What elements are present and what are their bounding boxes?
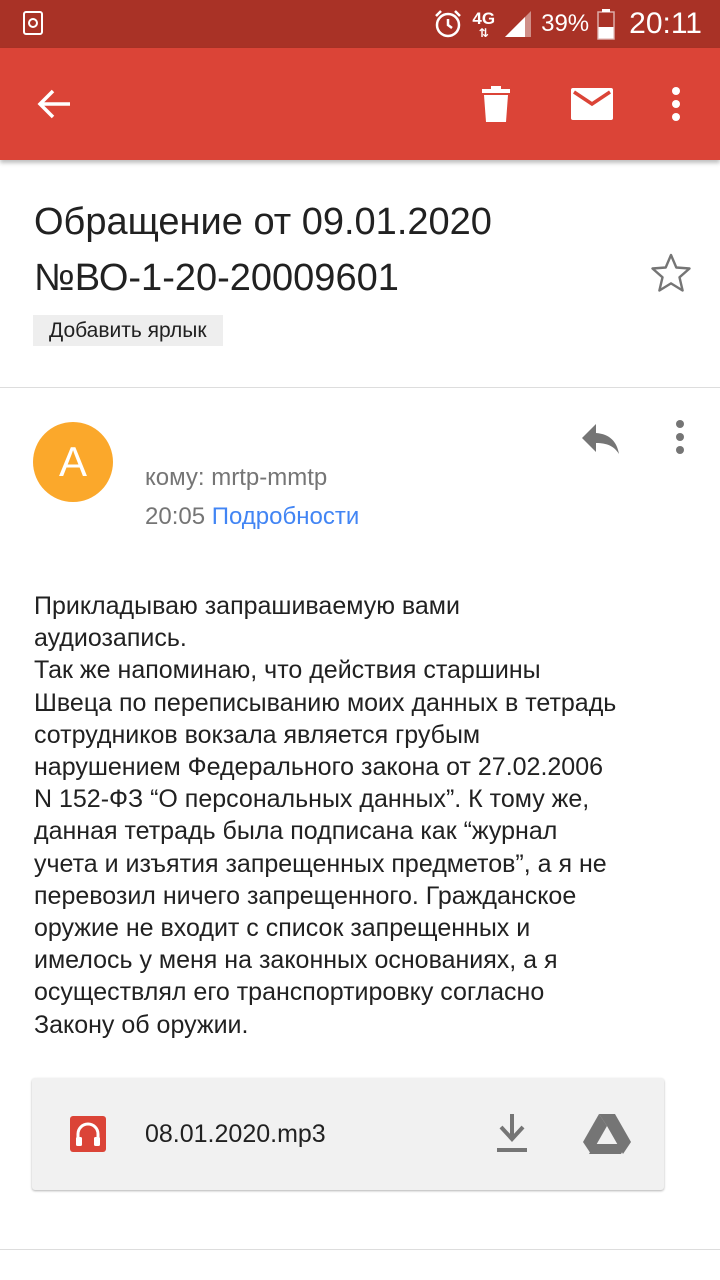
email-body: Прикладываю запрашиваемую вами аудиозапис… bbox=[34, 590, 704, 1041]
body-line: N 152-ФЗ “О персональных данных”. К тому… bbox=[34, 785, 590, 814]
more-vert-icon bbox=[672, 87, 680, 121]
body-line: осуществлял его транспортировку согласно bbox=[34, 978, 545, 1007]
email-subject: Обращение от 09.01.2020 №ВО-1-20-2000960… bbox=[34, 194, 634, 306]
star-icon[interactable] bbox=[650, 252, 692, 294]
status-bar: 4G ⇅ 39% 20:11 bbox=[0, 0, 720, 48]
body-line: перевозил ничего запрещенного. Гражданск… bbox=[34, 881, 577, 910]
sender-avatar[interactable]: A bbox=[33, 422, 113, 502]
network-label: 4G bbox=[472, 8, 496, 28]
message-time: 20:05 bbox=[145, 503, 206, 530]
body-line: Так же напоминаю, что действия старшины bbox=[34, 656, 541, 685]
body-line: имелось у меня на законных основаниях, а… bbox=[34, 946, 558, 975]
attachment-card[interactable]: 08.01.2020.mp3 bbox=[32, 1078, 664, 1190]
body-line: сотрудников вокзала является грубым bbox=[34, 720, 481, 749]
app-bar bbox=[0, 48, 720, 160]
battery-percent: 39% bbox=[541, 10, 590, 37]
delete-button[interactable] bbox=[464, 48, 528, 160]
divider bbox=[0, 387, 720, 388]
mail-icon bbox=[571, 88, 613, 120]
recycle-icon bbox=[23, 11, 43, 35]
add-label-button[interactable]: Добавить ярлык bbox=[33, 315, 223, 346]
subject-line-2: №ВО-1-20-20009601 bbox=[34, 257, 399, 299]
back-arrow-icon bbox=[37, 89, 70, 119]
body-line: данная тетрадь была подписана как “журна… bbox=[34, 817, 558, 846]
message-more-icon[interactable] bbox=[664, 414, 696, 462]
body-line: Швеца по переписыванию моих данных в тет… bbox=[34, 688, 617, 717]
data-arrows-icon: ⇅ bbox=[478, 25, 489, 40]
battery-icon bbox=[597, 9, 615, 40]
alarm-icon bbox=[435, 10, 462, 38]
body-line: аудиозапись. bbox=[34, 624, 187, 653]
network-type: 4G ⇅ bbox=[472, 10, 495, 39]
reply-icon[interactable] bbox=[576, 414, 624, 462]
message-time-row: 20:05 Подробности bbox=[145, 503, 359, 531]
download-icon[interactable] bbox=[492, 1112, 532, 1156]
signal-icon bbox=[505, 11, 532, 37]
body-line: учета и изъятия запрещенных предметов”, … bbox=[34, 849, 607, 878]
body-line: оружие не входит с список запрещенных и bbox=[34, 914, 531, 943]
mark-unread-button[interactable] bbox=[560, 48, 624, 160]
attachment-name: 08.01.2020.mp3 bbox=[145, 1120, 326, 1148]
body-line: Прикладываю запрашиваемую вами bbox=[34, 592, 460, 620]
drive-icon[interactable] bbox=[582, 1112, 632, 1156]
recipient-line: кому: mrtp-mmtp bbox=[145, 464, 328, 491]
body-line: Закону об оружии. bbox=[34, 1010, 249, 1039]
subject-line-1: Обращение от 09.01.2020 bbox=[34, 201, 492, 243]
back-button[interactable] bbox=[22, 48, 86, 160]
divider bbox=[0, 1249, 720, 1250]
details-link[interactable]: Подробности bbox=[212, 503, 360, 530]
clock: 20:11 bbox=[629, 7, 702, 40]
trash-icon bbox=[482, 86, 510, 122]
headphones-icon bbox=[70, 1116, 106, 1152]
body-line: нарушением Федерального закона от 27.02.… bbox=[34, 753, 604, 782]
more-options-button[interactable] bbox=[648, 48, 704, 160]
